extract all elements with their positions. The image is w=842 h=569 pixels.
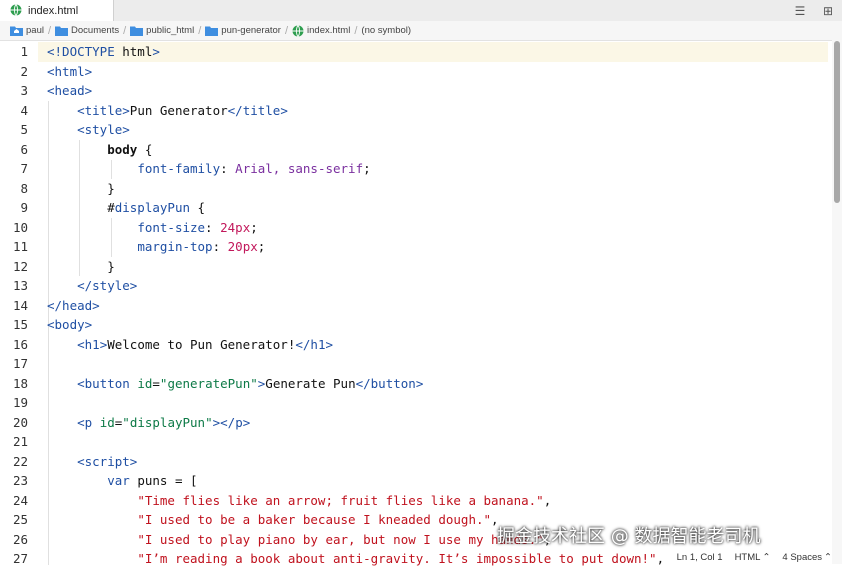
split-view-icon[interactable]: ☰ bbox=[786, 0, 814, 21]
globe-icon bbox=[10, 4, 22, 16]
breadcrumb-item-documents[interactable]: Documents bbox=[55, 25, 119, 36]
cursor-position[interactable]: Ln 1, Col 1 bbox=[677, 552, 723, 563]
line-number: 13 bbox=[12, 278, 28, 293]
code-line[interactable]: margin-top: 20px; bbox=[47, 237, 265, 257]
folder-icon bbox=[205, 26, 219, 36]
breadcrumb-separator: / bbox=[284, 24, 289, 37]
tab-index-html[interactable]: index.html bbox=[0, 0, 114, 21]
code-line[interactable]: <style> bbox=[47, 120, 130, 140]
line-number: 27 bbox=[12, 551, 28, 566]
line-number: 15 bbox=[12, 317, 28, 332]
breadcrumb-separator: / bbox=[47, 24, 52, 37]
code-line[interactable]: </head> bbox=[47, 296, 100, 316]
code-line[interactable]: <head> bbox=[47, 81, 92, 101]
line-number: 23 bbox=[12, 473, 28, 488]
code-line[interactable]: <h1>Welcome to Pun Generator!</h1> bbox=[47, 335, 333, 355]
breadcrumb-separator: / bbox=[123, 24, 127, 37]
line-number: 8 bbox=[20, 180, 28, 196]
breadcrumb-separator: / bbox=[198, 24, 202, 37]
line-number: 5 bbox=[20, 122, 28, 137]
indentation-setting[interactable]: 4 Spaces bbox=[782, 552, 822, 563]
home-folder-icon bbox=[10, 26, 23, 36]
watermark: 掘金技术社区 @ 数据智能老司机 bbox=[497, 526, 761, 547]
code-line[interactable]: <button id="generatePun">Generate Pun</b… bbox=[47, 374, 423, 394]
folder-icon bbox=[130, 26, 144, 36]
grid-view-icon[interactable]: ⊞ bbox=[814, 0, 842, 21]
line-number: 14 bbox=[12, 297, 28, 313]
code-line[interactable]: font-family: Arial, sans-serif; bbox=[47, 159, 370, 179]
code-line[interactable]: } bbox=[47, 257, 115, 277]
code-line[interactable]: "Time flies like an arrow; fruit flies l… bbox=[47, 491, 551, 511]
code-editor[interactable]: 1 2 3 4 5 6 7 8 9 10 11 12 13 14 15 16 17 18 19 20 21 22 23 24 2… bbox=[0, 40, 842, 566]
code-line[interactable]: <p id="displayPun"></p> bbox=[47, 413, 250, 433]
line-number: 25 bbox=[12, 512, 28, 527]
breadcrumb: paul / Documents / public_html / pun-gen… bbox=[0, 21, 842, 41]
line-number: 22 bbox=[12, 453, 28, 469]
line-number: 7 bbox=[20, 161, 28, 176]
breadcrumb-item-public-html[interactable]: public_html bbox=[130, 25, 194, 36]
globe-icon bbox=[292, 24, 304, 37]
indentation-chevron-icon[interactable]: ⌃ bbox=[824, 552, 832, 563]
line-number: 11 bbox=[12, 239, 28, 254]
line-number: 6 bbox=[20, 141, 28, 157]
language-chevron-icon[interactable]: ⌃ bbox=[762, 552, 770, 563]
line-number: 16 bbox=[12, 336, 28, 352]
breadcrumb-separator: / bbox=[354, 24, 358, 37]
line-number: 9 bbox=[20, 200, 28, 215]
code-line[interactable]: <script> bbox=[47, 452, 137, 472]
breadcrumb-item-file[interactable]: index.html bbox=[292, 24, 350, 37]
line-number: 17 bbox=[12, 356, 28, 371]
code-line[interactable]: "I’m reading a book about anti-gravity. … bbox=[47, 549, 664, 569]
code-line[interactable]: font-size: 24px; bbox=[47, 218, 257, 238]
code-line[interactable]: #displayPun { bbox=[47, 198, 205, 218]
line-number: 12 bbox=[12, 258, 28, 274]
code-line[interactable]: var puns = [ bbox=[47, 471, 197, 491]
breadcrumb-item-symbol[interactable]: (no symbol) bbox=[361, 25, 411, 36]
line-number: 20 bbox=[12, 414, 28, 430]
scrollbar-thumb[interactable] bbox=[834, 41, 840, 203]
line-number: 26 bbox=[12, 531, 28, 547]
code-line[interactable]: "I used to be a baker because I kneaded … bbox=[47, 510, 498, 530]
language-mode[interactable]: HTML bbox=[735, 552, 761, 563]
line-number: 21 bbox=[12, 434, 28, 449]
breadcrumb-item-home[interactable]: paul bbox=[10, 25, 44, 36]
code-line[interactable]: body { bbox=[47, 140, 152, 160]
code-line[interactable]: } bbox=[47, 179, 115, 199]
code-line[interactable]: "I used to play piano by ear, but now I … bbox=[47, 530, 551, 550]
line-number: 1 bbox=[20, 44, 28, 59]
folder-icon bbox=[55, 26, 69, 36]
tab-title: index.html bbox=[28, 4, 79, 17]
line-number: 24 bbox=[12, 492, 28, 508]
code-line[interactable]: <body> bbox=[47, 315, 92, 335]
code-line[interactable]: <title>Pun Generator</title> bbox=[47, 101, 288, 121]
code-line[interactable]: <!DOCTYPE html> bbox=[47, 42, 160, 62]
breadcrumb-item-pun-generator[interactable]: pun-generator bbox=[205, 25, 281, 36]
vertical-scrollbar[interactable] bbox=[832, 40, 842, 564]
line-number: 10 bbox=[12, 219, 28, 235]
status-bar: Ln 1, Col 1 HTML ⌃ 4 Spaces ⌃ bbox=[664, 550, 832, 564]
line-number: 2 bbox=[20, 63, 28, 79]
code-line[interactable]: </style> bbox=[47, 276, 137, 296]
line-number: 18 bbox=[12, 375, 28, 391]
code-line[interactable]: <html> bbox=[47, 62, 92, 82]
line-number: 3 bbox=[20, 83, 28, 98]
line-number: 4 bbox=[20, 102, 28, 118]
tab-bar: index.html ☰ ⊞ bbox=[0, 0, 842, 22]
line-number: 19 bbox=[12, 395, 28, 410]
